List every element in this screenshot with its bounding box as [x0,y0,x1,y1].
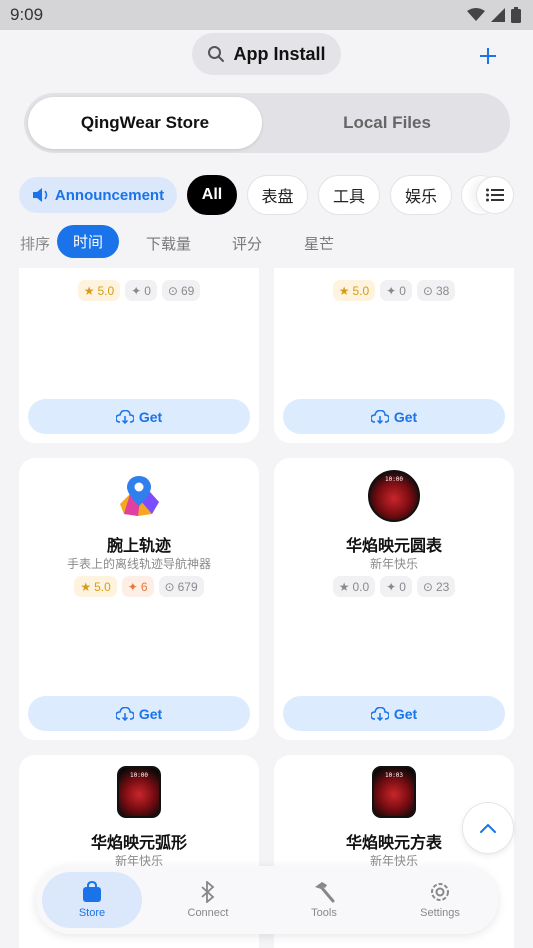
add-button[interactable] [472,40,504,72]
download-icon: ⊙ [422,579,433,594]
sort-by-stars[interactable]: 星芒 [304,233,334,254]
sort-by-time[interactable]: 时间 [57,225,119,258]
app-card[interactable]: 腕上轨迹 手表上的离线轨迹导航神器 ★ 5.0 ✦ 6 ⊙ 679 Get [19,458,259,740]
status-bar: 9:09 [0,0,533,30]
cloud-download-icon [115,409,134,424]
card-description: 新年快乐 [369,557,418,571]
download-icon: ⊙ [167,283,178,298]
downloads-badge: ⊙ 23 [416,576,456,597]
downloads-badge: ⊙ 679 [158,576,204,597]
rating-badge: ★ 5.0 [74,576,117,597]
search-icon [208,46,225,62]
rating-badge: ★ 0.0 [332,576,376,597]
sparkle-icon: ✦ [386,283,397,298]
status-time: 9:09 [10,5,44,24]
rating-badge: ★ 5.0 [77,280,121,301]
watchface-arc-icon: 10:00 [117,765,161,819]
nav-settings[interactable]: Settings [390,872,490,928]
page-title: App Install [233,43,326,64]
app-card[interactable]: ★ 5.0 ✦ 0 ⊙ 69 Get [19,268,259,443]
search-title-pill[interactable]: App Install [192,33,341,75]
likes-badge: ✦ 0 [380,280,412,301]
watchface-round-icon: 10:00 [368,470,420,522]
likes-badge: ✦ 0 [125,280,157,301]
wifi-icon [467,8,485,21]
card-stats: ★ 5.0 ✦ 6 ⊙ 679 [19,576,259,597]
download-icon: ⊙ [164,579,175,594]
nav-tools[interactable]: Tools [274,872,374,928]
nav-store[interactable]: Store [42,872,142,928]
chevron-up-icon [480,823,496,833]
get-button[interactable]: Get [28,696,250,731]
download-icon: ⊙ [422,283,433,298]
sort-by-rating[interactable]: 评分 [232,233,262,254]
map-pin-icon [116,474,162,520]
sparkle-icon: ✦ [131,283,142,298]
sort-by-downloads[interactable]: 下载量 [146,233,191,254]
star-icon: ★ [83,283,95,298]
tab-local-files[interactable]: Local Files [268,97,506,149]
announcement-label: Announcement [54,186,165,204]
cloud-download-icon [115,706,134,721]
source-segmented-control: QingWear Store Local Files [24,93,510,153]
downloads-badge: ⊙ 38 [416,280,456,301]
cloud-download-icon [370,409,389,424]
downloads-badge: ⊙ 69 [161,280,201,301]
app-header: App Install [0,30,533,82]
get-button[interactable]: Get [28,399,250,434]
likes-badge: ✦ 6 [121,576,154,597]
card-stats: ★ 0.0 ✦ 0 ⊙ 23 [274,576,514,597]
star-icon: ★ [338,579,350,594]
app-card[interactable]: 10:00 华焰映元圆表 新年快乐 ★ 0.0 ✦ 0 ⊙ 23 Get [274,458,514,740]
speaker-icon [32,188,48,202]
get-button[interactable]: Get [283,399,505,434]
card-description: 手表上的离线轨迹导航神器 [66,557,211,571]
cloud-download-icon [370,706,389,721]
watchface-square-icon: 10:03 [372,765,416,819]
scroll-top-button[interactable] [462,802,514,854]
shopping-bag-icon [83,881,101,902]
app-grid: ★ 5.0 ✦ 0 ⊙ 69 Get ★ 5.0 ✦ 0 ⊙ 38 Get 腕上… [0,268,533,948]
tab-qingwear-store[interactable]: QingWear Store [28,97,262,149]
sort-row: 排序 时间 下载量 评分 星芒 [0,225,533,259]
category-row: Announcement All 表盘 工具 娱乐 [0,175,533,215]
bluetooth-icon [201,881,215,903]
app-card[interactable]: ★ 5.0 ✦ 0 ⊙ 38 Get [274,268,514,443]
sort-label: 排序 [20,236,51,253]
battery-icon [511,7,521,23]
sparkle-icon: ✦ [386,579,397,594]
card-title: 华焰映元弧形 [90,835,187,852]
card-title: 腕上轨迹 [106,538,171,555]
likes-badge: ✦ 0 [380,576,412,597]
get-button[interactable]: Get [283,696,505,731]
category-list-button[interactable] [476,176,514,214]
card-stats: ★ 5.0 ✦ 0 ⊙ 69 [19,280,259,301]
gear-icon [431,883,449,901]
sparkle-icon: ✦ [127,579,138,594]
card-title: 华焰映元圆表 [345,538,442,555]
rating-badge: ★ 5.0 [332,280,376,301]
chip-tools[interactable]: 工具 [318,175,380,215]
plus-icon [480,48,496,64]
star-icon: ★ [338,283,350,298]
list-icon [486,188,504,202]
nav-connect[interactable]: Connect [158,872,258,928]
chip-watchface[interactable]: 表盘 [247,175,308,215]
announcement-button[interactable]: Announcement [19,177,177,213]
hammer-icon [315,882,335,903]
card-stats: ★ 5.0 ✦ 0 ⊙ 38 [274,280,514,301]
status-icons [467,7,521,23]
bottom-nav: Store Connect Tools Settings [36,866,498,934]
star-icon: ★ [80,579,92,594]
signal-icon [491,8,505,22]
chip-entertainment[interactable]: 娱乐 [390,175,452,215]
chip-all[interactable]: All [187,175,237,215]
